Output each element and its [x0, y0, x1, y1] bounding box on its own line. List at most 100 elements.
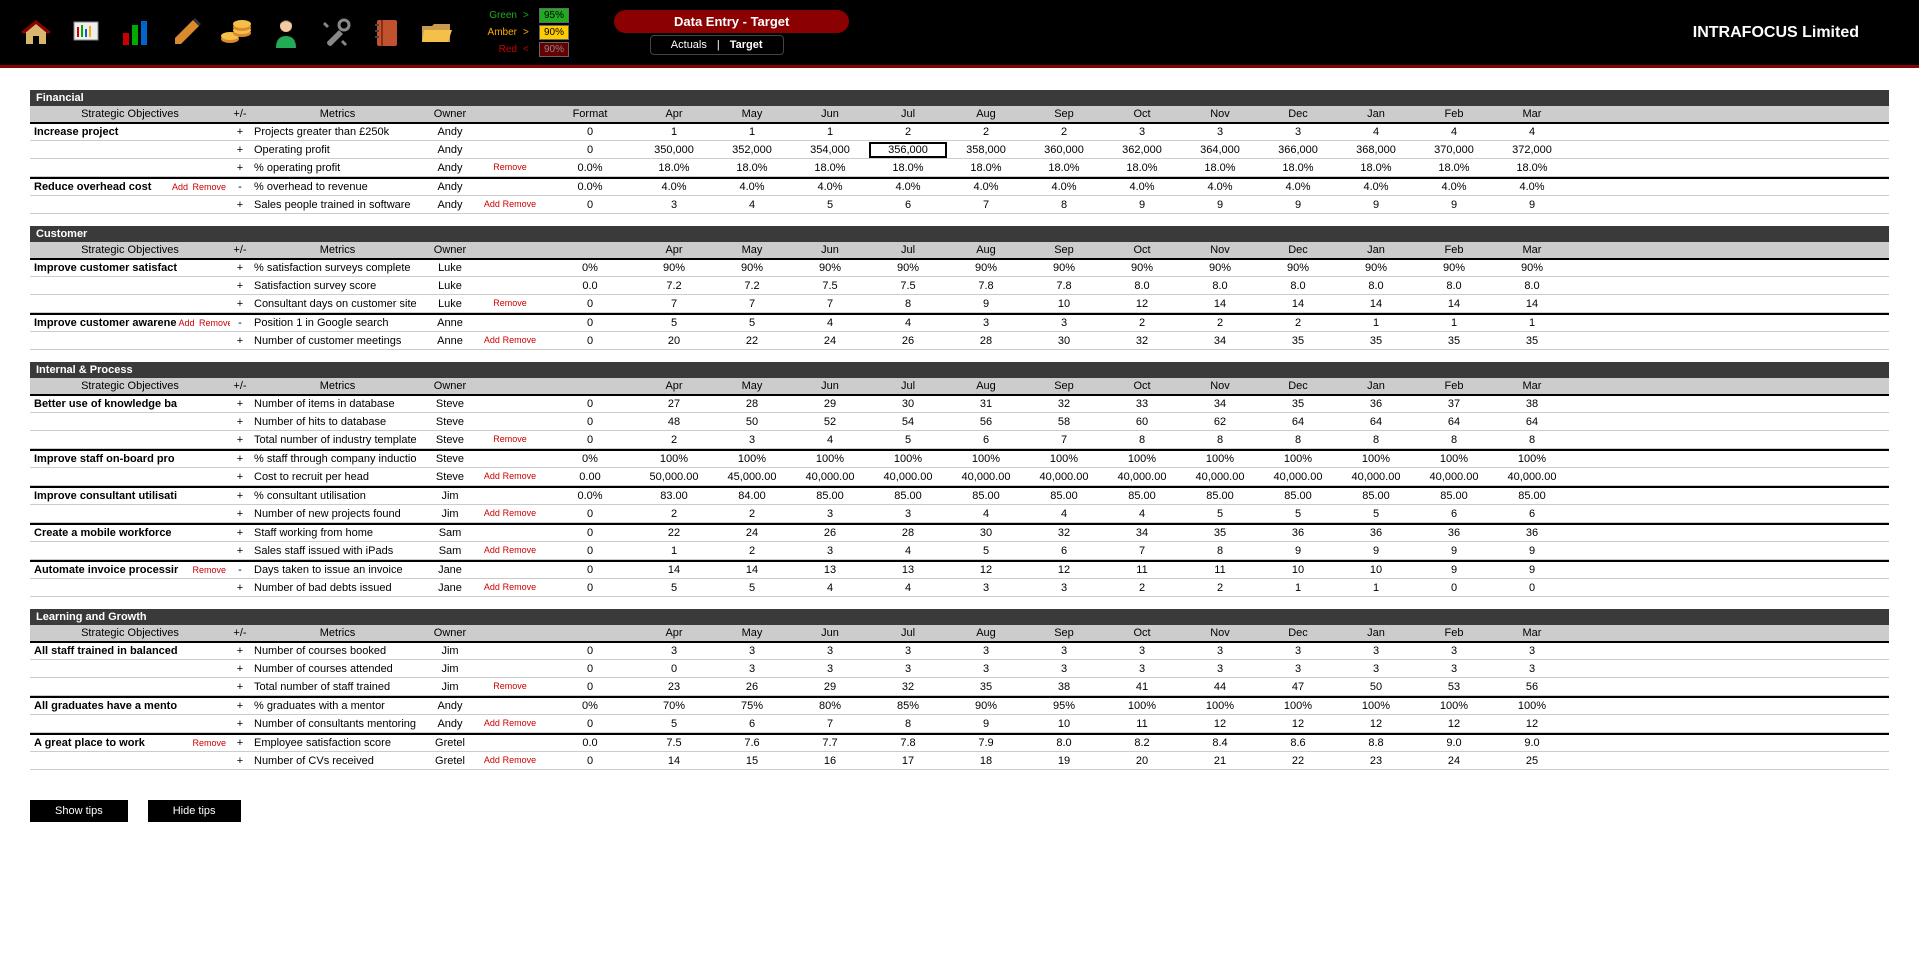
- value-cell[interactable]: 18.0%: [713, 160, 791, 176]
- value-cell[interactable]: 3: [947, 661, 1025, 677]
- remove-metric-link[interactable]: Remove: [503, 199, 537, 209]
- value-cell[interactable]: 5: [635, 580, 713, 596]
- value-cell[interactable]: 90%: [1181, 260, 1259, 276]
- value-cell[interactable]: 7.8: [947, 278, 1025, 294]
- value-cell[interactable]: 28: [869, 525, 947, 541]
- value-cell[interactable]: 50,000.00: [635, 469, 713, 485]
- value-cell[interactable]: 7.8: [869, 735, 947, 751]
- value-cell[interactable]: 38: [1025, 679, 1103, 695]
- value-cell[interactable]: 30: [869, 396, 947, 412]
- value-cell[interactable]: 8.0: [1025, 735, 1103, 751]
- value-cell[interactable]: 64: [1259, 414, 1337, 430]
- value-cell[interactable]: 7.7: [791, 735, 869, 751]
- value-cell[interactable]: 3: [869, 661, 947, 677]
- value-cell[interactable]: 10: [1025, 716, 1103, 732]
- value-cell[interactable]: 28: [947, 333, 1025, 349]
- value-cell[interactable]: 32: [1025, 396, 1103, 412]
- value-cell[interactable]: 18.0%: [869, 160, 947, 176]
- value-cell[interactable]: 18.0%: [791, 160, 869, 176]
- value-cell[interactable]: 14: [1181, 296, 1259, 312]
- value-cell[interactable]: 8: [1337, 432, 1415, 448]
- value-cell[interactable]: 1: [1337, 315, 1415, 331]
- value-cell[interactable]: 2: [1181, 580, 1259, 596]
- value-cell[interactable]: 83.00: [635, 488, 713, 504]
- value-cell[interactable]: 18.0%: [1025, 160, 1103, 176]
- value-cell[interactable]: 35: [947, 679, 1025, 695]
- value-cell[interactable]: 4: [869, 580, 947, 596]
- value-cell[interactable]: 6: [1025, 543, 1103, 559]
- value-cell[interactable]: 85.00: [869, 488, 947, 504]
- value-cell[interactable]: 90%: [1259, 260, 1337, 276]
- value-cell[interactable]: 10: [1025, 296, 1103, 312]
- value-cell[interactable]: 3: [947, 643, 1025, 659]
- value-cell[interactable]: 90%: [1025, 260, 1103, 276]
- value-cell[interactable]: 5: [947, 543, 1025, 559]
- value-cell[interactable]: 36: [1337, 396, 1415, 412]
- value-cell[interactable]: 4: [1415, 124, 1493, 140]
- value-cell[interactable]: 10: [1337, 562, 1415, 578]
- tab-actuals[interactable]: Actuals: [671, 39, 707, 51]
- rag-red-value[interactable]: 90%: [539, 42, 569, 57]
- value-cell[interactable]: 90%: [869, 260, 947, 276]
- value-cell[interactable]: 18: [947, 753, 1025, 769]
- value-cell[interactable]: 40,000.00: [1337, 469, 1415, 485]
- value-cell[interactable]: 368,000: [1337, 142, 1415, 158]
- value-cell[interactable]: 100%: [1025, 451, 1103, 467]
- value-cell[interactable]: 90%: [947, 698, 1025, 714]
- value-cell[interactable]: 14: [635, 753, 713, 769]
- value-cell[interactable]: 100%: [1181, 698, 1259, 714]
- value-cell[interactable]: 33: [1103, 396, 1181, 412]
- value-cell[interactable]: 4.0%: [1415, 179, 1493, 195]
- value-cell[interactable]: 40,000.00: [869, 469, 947, 485]
- value-cell[interactable]: 4: [947, 506, 1025, 522]
- value-cell[interactable]: 0: [635, 661, 713, 677]
- value-cell[interactable]: 3: [947, 315, 1025, 331]
- value-cell[interactable]: 1: [791, 124, 869, 140]
- value-cell[interactable]: 4.0%: [1493, 179, 1571, 195]
- value-cell[interactable]: 12: [1103, 296, 1181, 312]
- value-cell[interactable]: 9: [1493, 197, 1571, 213]
- value-cell[interactable]: 9.0: [1493, 735, 1571, 751]
- add-objective-link[interactable]: Add: [178, 318, 194, 328]
- value-cell[interactable]: 8: [1493, 432, 1571, 448]
- value-cell[interactable]: 25: [1493, 753, 1571, 769]
- remove-metric-link[interactable]: Remove: [503, 582, 537, 592]
- value-cell[interactable]: 8.0: [1337, 278, 1415, 294]
- add-metric-link[interactable]: Add: [484, 199, 500, 209]
- add-metric-link[interactable]: Add: [484, 545, 500, 555]
- add-metric-link[interactable]: Add: [484, 471, 500, 481]
- value-cell[interactable]: 3: [1493, 661, 1571, 677]
- value-cell[interactable]: 5: [635, 716, 713, 732]
- value-cell[interactable]: 4: [869, 543, 947, 559]
- value-cell[interactable]: 9: [1493, 562, 1571, 578]
- value-cell[interactable]: 32: [1025, 525, 1103, 541]
- value-cell[interactable]: 3: [635, 643, 713, 659]
- value-cell[interactable]: 100%: [1259, 698, 1337, 714]
- value-cell[interactable]: 5: [1337, 506, 1415, 522]
- value-cell[interactable]: 372,000: [1493, 142, 1571, 158]
- value-cell[interactable]: 44: [1181, 679, 1259, 695]
- value-cell[interactable]: 3: [635, 197, 713, 213]
- value-cell[interactable]: 8: [1025, 197, 1103, 213]
- value-cell[interactable]: 14: [1337, 296, 1415, 312]
- tools-icon[interactable]: [320, 17, 352, 49]
- value-cell[interactable]: 4: [1493, 124, 1571, 140]
- value-cell[interactable]: 7.6: [713, 735, 791, 751]
- value-cell[interactable]: 7: [1025, 432, 1103, 448]
- value-cell[interactable]: 11: [1103, 562, 1181, 578]
- value-cell[interactable]: 4.0%: [1259, 179, 1337, 195]
- value-cell[interactable]: 17: [869, 753, 947, 769]
- value-cell[interactable]: 60: [1103, 414, 1181, 430]
- value-cell[interactable]: 2: [635, 432, 713, 448]
- value-cell[interactable]: 85.00: [1025, 488, 1103, 504]
- value-cell[interactable]: 30: [947, 525, 1025, 541]
- value-cell[interactable]: 6: [1415, 506, 1493, 522]
- value-cell[interactable]: 90%: [1415, 260, 1493, 276]
- value-cell[interactable]: 18.0%: [1337, 160, 1415, 176]
- value-cell[interactable]: 18.0%: [1415, 160, 1493, 176]
- value-cell[interactable]: 31: [947, 396, 1025, 412]
- value-cell[interactable]: 29: [791, 396, 869, 412]
- rag-green-value[interactable]: 95%: [539, 8, 569, 23]
- tab-target[interactable]: Target: [730, 39, 763, 51]
- value-cell[interactable]: 4.0%: [713, 179, 791, 195]
